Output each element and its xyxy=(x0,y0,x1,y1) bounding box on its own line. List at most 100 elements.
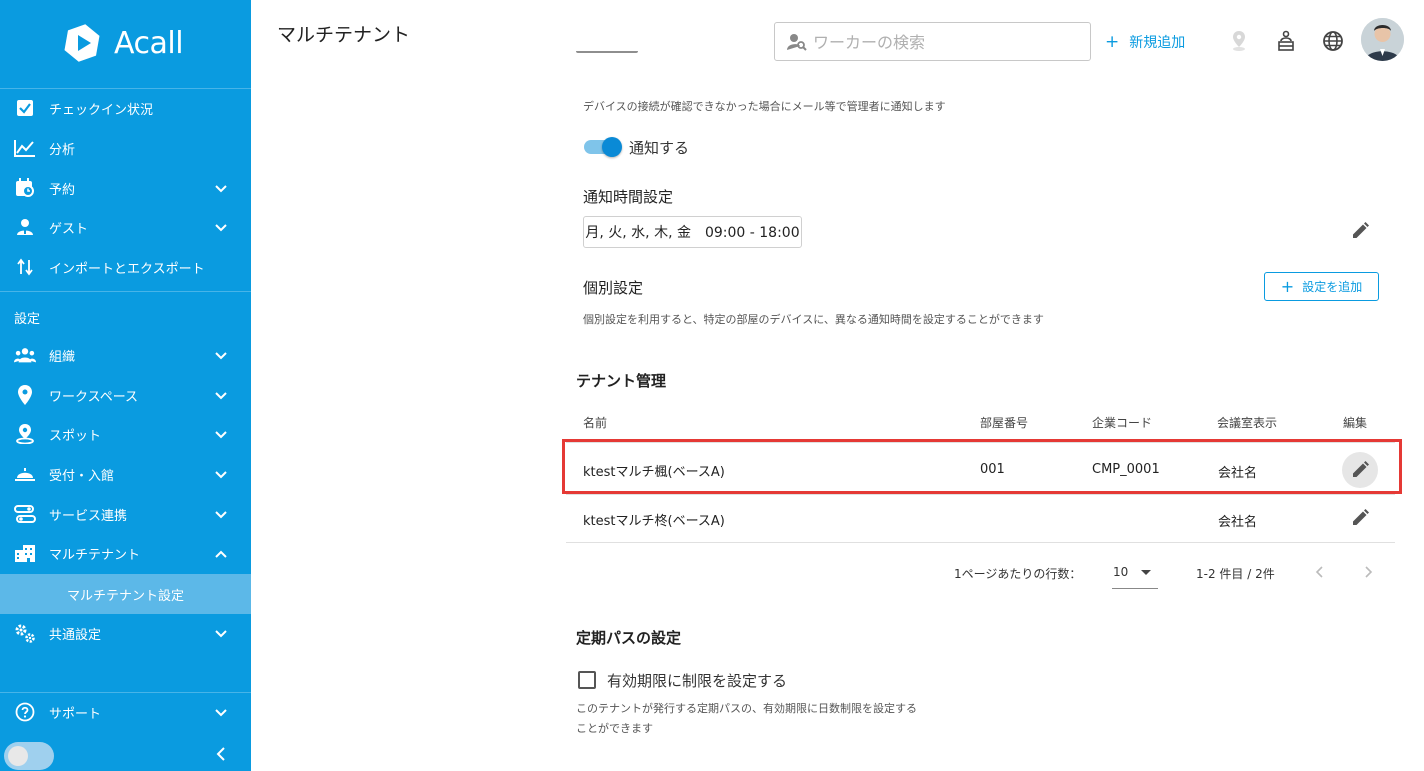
sidebar-item-label: 予約 xyxy=(49,182,76,198)
reception-bell-icon xyxy=(14,464,36,484)
add-new-button[interactable]: + 新規追加 xyxy=(1105,32,1185,52)
plus-icon: + xyxy=(1280,277,1295,296)
plus-icon: + xyxy=(1105,32,1120,52)
sidebar-item-label: チェックイン状況 xyxy=(49,102,154,118)
pagination-range: 1-2 件目 / 2件 xyxy=(1196,567,1275,581)
sidebar-item-multitenant[interactable]: マルチテナント xyxy=(0,533,251,573)
row2-name: ktestマルチ柊(ベースA) xyxy=(583,514,725,529)
sidebar-item-label: サポート xyxy=(49,706,102,722)
sidebar-item-reservation[interactable]: 予約 xyxy=(0,168,251,208)
next-page-icon[interactable] xyxy=(1361,563,1375,581)
import-export-icon xyxy=(14,257,36,277)
sidebar-item-service-integration[interactable]: サービス連携 xyxy=(0,494,251,534)
gears-icon xyxy=(14,623,36,643)
add-new-label: 新規追加 xyxy=(1129,35,1186,51)
sidebar-item-label: 分析 xyxy=(49,142,76,158)
sidebar-item-spot[interactable]: スポット xyxy=(0,414,251,454)
add-setting-button[interactable]: + 設定を追加 xyxy=(1264,272,1379,301)
expiry-limit-checkbox[interactable] xyxy=(578,671,596,689)
rows-per-page-label: 1ページあたりの行数： xyxy=(954,567,1082,581)
toggle-knob xyxy=(8,746,28,766)
sidebar-item-label: 受付・入館 xyxy=(49,468,115,484)
user-avatar[interactable] xyxy=(1361,18,1404,61)
highlight-box xyxy=(562,439,1402,494)
guest-icon xyxy=(14,217,36,237)
row-divider xyxy=(566,494,1395,495)
sidebar-item-label: インポートとエクスポート xyxy=(49,261,205,277)
column-header-company-code: 企業コード xyxy=(1092,416,1153,430)
notification-description: デバイスの接続が確認できなかった場合にメール等で管理者に通知します xyxy=(583,100,946,113)
edit-time-pencil-icon[interactable] xyxy=(1350,221,1370,241)
notify-toggle-label: 通知する xyxy=(629,139,690,157)
sidebar-item-label: 組織 xyxy=(49,349,76,365)
sidebar: Acall チェックイン状況 分析 予約 ゲスト インポートとエクスポート 設定… xyxy=(0,0,251,771)
sidebar-subitem-multitenant-settings[interactable]: マルチテナント設定 xyxy=(0,574,251,614)
row2-room-display: 会社名 xyxy=(1218,515,1258,530)
acall-logo[interactable]: Acall xyxy=(60,20,184,66)
sidebar-item-support[interactable]: サポート xyxy=(0,692,251,732)
individual-settings-heading: 個別設定 xyxy=(583,279,644,297)
notification-time-heading: 通知時間設定 xyxy=(583,188,674,206)
sidebar-item-checkin-status[interactable]: チェックイン状況 xyxy=(0,88,251,128)
chevron-down-icon xyxy=(214,427,228,441)
theme-toggle[interactable] xyxy=(4,742,54,770)
calendar-clock-icon xyxy=(14,178,36,198)
spot-pin-icon xyxy=(14,424,36,444)
sidebar-item-label: サービス連携 xyxy=(49,508,128,524)
tenant-management-heading: テナント管理 xyxy=(576,372,667,390)
row2-edit-pencil-icon[interactable] xyxy=(1350,508,1370,528)
sidebar-item-analytics[interactable]: 分析 xyxy=(0,128,251,168)
checkbox-icon xyxy=(14,98,36,118)
column-header-edit: 編集 xyxy=(1343,416,1368,430)
sidebar-subitem-label: マルチテナント設定 xyxy=(66,588,184,604)
add-setting-label: 設定を追加 xyxy=(1302,280,1363,294)
pass-description-line1: このテナントが発行する定期パスの、有効期限に日数制限を設定する xyxy=(576,702,917,715)
chevron-down-icon xyxy=(214,626,228,640)
sidebar-item-common-settings[interactable]: 共通設定 xyxy=(0,613,251,653)
search-input[interactable] xyxy=(813,30,1073,54)
collapse-sidebar-icon[interactable] xyxy=(214,745,228,763)
location-pin-icon[interactable] xyxy=(1228,30,1250,52)
individual-settings-description: 個別設定を利用すると、特定の部屋のデバイスに、異なる通知時間を設定することができ… xyxy=(583,313,1044,326)
chevron-down-icon xyxy=(214,348,228,362)
location-pin-icon xyxy=(14,385,36,405)
notify-toggle[interactable] xyxy=(584,137,624,157)
person-search-icon xyxy=(787,33,807,51)
chart-line-icon xyxy=(14,138,36,158)
sidebar-item-workspace[interactable]: ワークスペース xyxy=(0,375,251,415)
sidebar-item-label: スポット xyxy=(49,428,102,444)
pass-description-line2: ことができます xyxy=(576,722,653,735)
sidebar-divider xyxy=(0,291,251,292)
sidebar-item-import-export[interactable]: インポートとエクスポート xyxy=(0,247,251,287)
worker-search[interactable] xyxy=(774,22,1091,61)
sidebar-item-guest[interactable]: ゲスト xyxy=(0,207,251,247)
integration-icon xyxy=(14,504,36,524)
column-header-name: 名前 xyxy=(583,416,608,430)
sidebar-item-label: 共通設定 xyxy=(49,627,102,643)
logo-text: Acall xyxy=(114,25,184,61)
sidebar-item-label: ゲスト xyxy=(49,221,89,237)
rows-per-page-select[interactable]: 10 xyxy=(1112,562,1158,589)
column-header-room-display: 会議室表示 xyxy=(1217,416,1278,430)
expiry-limit-label: 有効期限に制限を設定する xyxy=(607,672,788,690)
sidebar-item-organization[interactable]: 組織 xyxy=(0,335,251,375)
notification-time-value[interactable]: 月, 火, 水, 木, 金 09:00 - 18:00 xyxy=(583,216,802,248)
row-divider xyxy=(566,542,1395,543)
chevron-down-icon xyxy=(214,181,228,195)
sidebar-item-label: ワークスペース xyxy=(49,389,139,405)
chevron-down-icon xyxy=(214,388,228,402)
reception-icon[interactable] xyxy=(1275,30,1297,52)
people-icon xyxy=(14,345,36,365)
chevron-down-icon xyxy=(214,467,228,481)
sidebar-item-label: マルチテナント xyxy=(49,547,141,563)
chevron-down-icon xyxy=(214,507,228,521)
page-title: マルチテナント xyxy=(277,24,411,46)
sidebar-item-reception[interactable]: 受付・入館 xyxy=(0,454,251,494)
help-circle-icon xyxy=(14,702,36,722)
column-header-room: 部屋番号 xyxy=(980,416,1029,430)
chevron-down-icon xyxy=(214,705,228,719)
rows-per-page-value: 10 xyxy=(1113,565,1129,579)
globe-icon[interactable] xyxy=(1322,30,1344,52)
prev-page-icon[interactable] xyxy=(1313,563,1327,581)
chevron-up-icon xyxy=(214,546,228,560)
